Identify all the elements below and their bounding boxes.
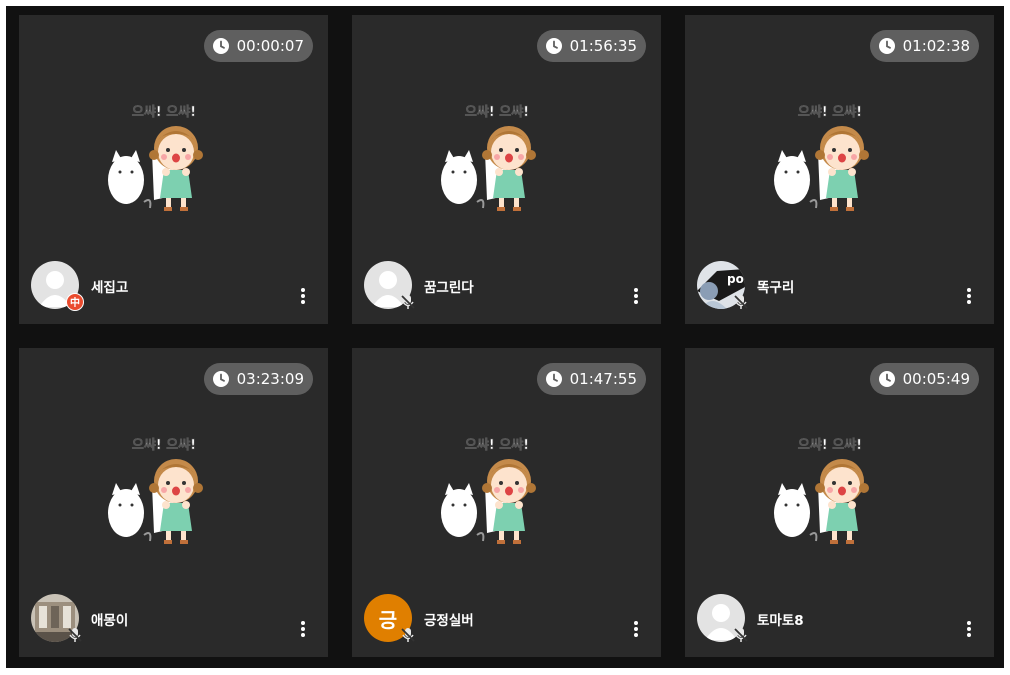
live-badge-icon: 中	[66, 293, 84, 311]
sticker-caption: 으쌰! 으쌰!	[798, 104, 862, 120]
sticker-caption: 으쌰! 으쌰!	[465, 104, 529, 120]
elapsed-time: 00:00:07	[236, 37, 304, 55]
cheering-girl-cat-sticker: 으쌰! 으쌰!	[108, 104, 203, 211]
mic-off-icon	[401, 295, 415, 309]
clock-icon	[878, 38, 895, 54]
participant-name: 꿈그린다	[424, 280, 474, 296]
participant-name: 애몽이	[91, 613, 129, 629]
avatar: 긍	[364, 594, 415, 642]
toolbar-edge	[0, 668, 1010, 675]
participant-tile[interactable]: 00:00:07 으쌰! 으쌰! 中 세집고	[19, 15, 328, 324]
mic-off-icon	[401, 628, 415, 642]
sticker-caption: 으쌰! 으쌰!	[132, 437, 196, 453]
elapsed-time: 01:56:35	[569, 37, 637, 55]
cheering-girl-cat-sticker: 으쌰! 으쌰!	[108, 437, 203, 544]
participant-tile[interactable]: 01:56:35 으쌰! 으쌰! 꿈그린다	[352, 15, 661, 324]
more-vertical-icon[interactable]	[629, 285, 643, 307]
more-vertical-icon[interactable]	[962, 285, 976, 307]
participant-name: 세집고	[91, 280, 129, 296]
clock-icon	[878, 371, 895, 387]
elapsed-time: 01:02:38	[902, 37, 970, 55]
sticker-caption: 으쌰! 으쌰!	[465, 437, 529, 453]
cheering-girl-cat-sticker: 으쌰! 으쌰!	[774, 104, 869, 211]
clock-icon	[212, 38, 229, 54]
cheering-girl-cat-sticker: 으쌰! 으쌰!	[441, 437, 536, 544]
elapsed-time: 00:05:49	[902, 370, 970, 388]
more-vertical-icon[interactable]	[296, 285, 310, 307]
elapsed-timer: 00:00:07	[203, 30, 313, 62]
elapsed-timer: 00:05:49	[869, 363, 979, 395]
svg-text:po: po	[727, 272, 744, 286]
avatar	[697, 594, 748, 642]
elapsed-timer: 03:23:09	[203, 363, 313, 395]
sticker-caption: 으쌰! 으쌰!	[798, 437, 862, 453]
mic-off-icon	[734, 295, 748, 309]
cheering-girl-cat-sticker: 으쌰! 으쌰!	[774, 437, 869, 544]
more-vertical-icon[interactable]	[629, 618, 643, 640]
video-grid: 00:00:07 으쌰! 으쌰! 中 세집고 01:56:35 으쌰! 으쌰! …	[6, 6, 1004, 668]
mic-off-icon	[68, 628, 82, 642]
avatar	[31, 594, 82, 642]
elapsed-timer: 01:02:38	[869, 30, 979, 62]
participant-name: 똑구리	[757, 280, 795, 296]
clock-icon	[212, 371, 229, 387]
elapsed-time: 01:47:55	[569, 370, 637, 388]
more-vertical-icon[interactable]	[962, 618, 976, 640]
elapsed-timer: 01:47:55	[536, 363, 646, 395]
clock-icon	[545, 371, 562, 387]
avatar: 中	[31, 261, 84, 311]
participant-name: 토마토8	[757, 613, 804, 629]
avatar	[364, 261, 415, 309]
sticker-caption: 으쌰! 으쌰!	[132, 104, 196, 120]
more-vertical-icon[interactable]	[296, 618, 310, 640]
participant-tile[interactable]: 00:05:49 으쌰! 으쌰! 토마토8	[685, 348, 994, 657]
cheering-girl-cat-sticker: 으쌰! 으쌰!	[441, 104, 536, 211]
participant-name: 긍정실버	[424, 613, 474, 629]
participant-tile[interactable]: 01:47:55 으쌰! 으쌰! 긍 긍정실버	[352, 348, 661, 657]
mic-off-icon	[734, 628, 748, 642]
live-badge-label: 中	[70, 296, 80, 309]
participant-tile[interactable]: 01:02:38 으쌰! 으쌰! po 똑구리	[685, 15, 994, 324]
avatar: po	[697, 261, 748, 309]
clock-icon	[545, 38, 562, 54]
participant-tile[interactable]: 03:23:09 으쌰! 으쌰! 애몽이	[19, 348, 328, 657]
elapsed-time: 03:23:09	[236, 370, 304, 388]
elapsed-timer: 01:56:35	[536, 30, 646, 62]
